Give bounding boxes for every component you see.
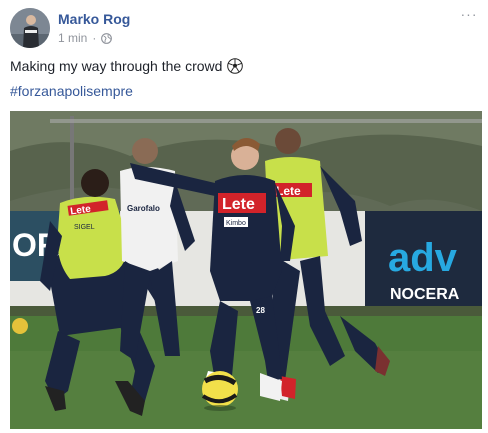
training-photo: OR adv NOCERA Lete SIGEL Garofalo Lete L… [10,111,482,429]
meta-separator: · [92,31,97,45]
post-message: Making my way through the crowd [10,58,244,74]
message-text: Making my way through the crowd [10,58,223,74]
main-sponsor: Lete [222,196,255,213]
post-meta: 1 min · [58,31,113,45]
avatar-image [10,8,50,48]
author-avatar[interactable] [10,8,50,48]
post-photo[interactable]: OR adv NOCERA Lete SIGEL Garofalo Lete L… [10,111,482,429]
board-text: adv [388,236,458,280]
timestamp[interactable]: 1 min [58,31,87,45]
more-options-icon[interactable]: ··· [458,7,480,28]
globe-icon[interactable] [101,32,113,44]
sleeve-sponsor: Kimbo [226,220,246,227]
author-name[interactable]: Marko Rog [58,11,130,27]
board-subtext: NOCERA [390,286,460,303]
shirt-sponsor-small: Garofalo [127,204,160,213]
hashtag-link[interactable]: #forzanapolisempre [10,83,133,99]
post-header: Marko Rog 1 min · ··· [10,7,480,50]
facebook-post: Marko Rog 1 min · ··· Making my way thro… [0,0,488,433]
jersey-number: 28 [256,306,265,315]
bib-text: SIGEL [74,224,95,231]
soccer-ball-icon [227,58,244,74]
